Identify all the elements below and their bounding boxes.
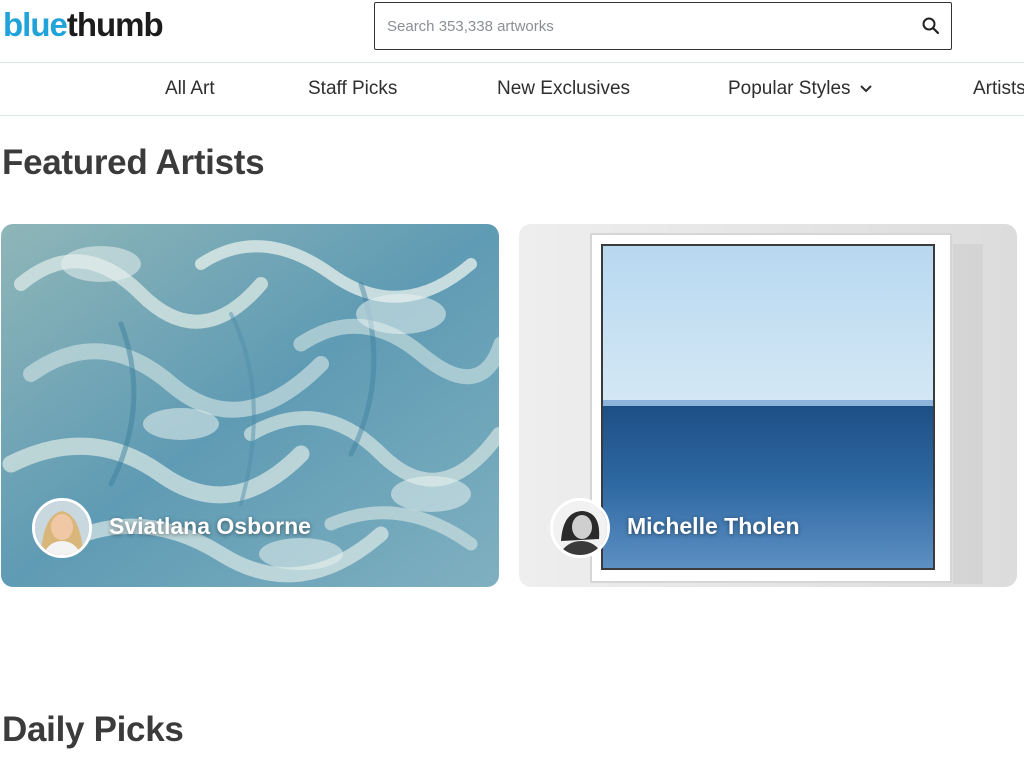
nav-staff-picks[interactable]: Staff Picks [308, 78, 397, 100]
logo-part-thumb: thumb [66, 6, 164, 43]
nav-all-art[interactable]: All Art [165, 78, 215, 100]
featured-artist-card[interactable]: Sviatlana Osborne [1, 224, 499, 587]
nav-popular-styles[interactable]: Popular Styles [728, 78, 873, 100]
site-header: bluethumb [0, 0, 1024, 62]
search-input[interactable] [387, 13, 907, 39]
artist-avatar [32, 498, 92, 558]
main-nav: All Art Staff Picks New Exclusives Popul… [0, 62, 1024, 116]
featured-artist-card[interactable]: Michelle Tholen [519, 224, 1017, 587]
nav-new-exclusives[interactable]: New Exclusives [497, 78, 630, 100]
featured-artists-heading: Featured Artists [2, 143, 265, 182]
artist-name: Michelle Tholen [627, 513, 800, 539]
daily-picks-heading: Daily Picks [2, 710, 184, 749]
bluethumb-logo[interactable]: bluethumb [3, 6, 164, 44]
nav-artists[interactable]: Artists [973, 78, 1024, 100]
search-icon[interactable] [921, 16, 941, 36]
nav-popular-styles-label: Popular Styles [728, 78, 851, 100]
logo-part-blue: blue [3, 6, 68, 43]
chevron-down-icon [859, 78, 873, 100]
search-bar [374, 2, 952, 50]
artist-name: Sviatlana Osborne [109, 513, 311, 539]
artist-avatar [550, 498, 610, 558]
